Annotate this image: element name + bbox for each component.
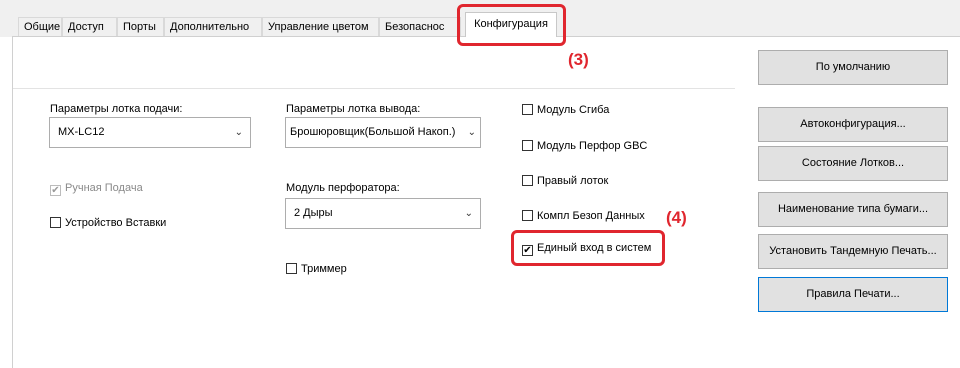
highlight-single-signon (511, 230, 665, 266)
chevron-down-icon: ⌄ (464, 208, 473, 219)
folding-unit-checkbox[interactable]: Модуль Сгиба (522, 103, 609, 117)
checkbox-icon (522, 104, 533, 115)
paper-tray-label: Параметры лотка подачи: (50, 103, 183, 115)
checkbox-icon (522, 175, 533, 186)
print-rules-button[interactable]: Правила Печати... (758, 277, 948, 312)
manual-feed-label: Ручная Подача (65, 182, 143, 194)
punch-label: Модуль перфоратора: (286, 182, 400, 194)
output-tray-value: Брошюровщик(Большой Накоп.) (290, 126, 456, 138)
checkbox-icon (522, 140, 533, 151)
separator (13, 88, 735, 89)
step-4-callout: (4) (666, 208, 687, 227)
gbc-punch-checkbox[interactable]: Модуль Перфор GBC (522, 139, 647, 153)
trimmer-label: Триммер (301, 263, 347, 275)
tab-general[interactable]: Общие (18, 17, 62, 36)
paper-tray-value: MX-LC12 (58, 126, 105, 138)
trimmer-checkbox[interactable]: Триммер (286, 262, 347, 276)
manual-feed-checkbox[interactable]: ✔ Ручная Подача (50, 181, 143, 196)
defaults-button[interactable]: По умолчанию (758, 50, 948, 85)
punch-value: 2 Дыры (294, 207, 333, 219)
inserter-checkbox[interactable]: Устройство Вставки (50, 216, 166, 230)
right-tray-label: Правый лоток (537, 175, 609, 187)
chevron-down-icon: ⌄ (234, 127, 243, 138)
right-tray-checkbox[interactable]: Правый лоток (522, 174, 608, 188)
auto-config-button[interactable]: Автоконфигурация... (758, 107, 948, 142)
checkmark-icon: ✔ (50, 185, 61, 196)
gbc-punch-label: Модуль Перфор GBC (537, 140, 648, 152)
chevron-down-icon: ⌄ (467, 127, 476, 138)
data-security-label: Компл Безоп Данных (537, 210, 645, 222)
tab-color-management[interactable]: Управление цветом (262, 17, 379, 36)
tray-status-button[interactable]: Состояние Лотков... (758, 146, 948, 181)
tab-security[interactable]: Безопаснос (379, 17, 461, 36)
inserter-label: Устройство Вставки (65, 217, 167, 229)
checkbox-icon (50, 217, 61, 228)
checkbox-icon (286, 263, 297, 274)
tandem-print-button[interactable]: Установить Тандемную Печать... (758, 234, 948, 269)
folding-unit-label: Модуль Сгиба (537, 104, 610, 116)
output-tray-select[interactable]: Брошюровщик(Большой Накоп.) ⌄ (285, 117, 481, 148)
tab-access[interactable]: Доступ (62, 17, 117, 36)
data-security-checkbox[interactable]: Компл Безоп Данных (522, 209, 645, 223)
tab-ports[interactable]: Порты (117, 17, 164, 36)
tab-configuration[interactable]: Конфигурация (465, 12, 557, 37)
output-tray-label: Параметры лотка вывода: (286, 103, 421, 115)
paper-type-name-button[interactable]: Наименование типа бумаги... (758, 192, 948, 227)
step-3-callout: (3) (568, 50, 589, 69)
checkbox-icon (522, 210, 533, 221)
punch-select[interactable]: 2 Дыры ⌄ (285, 198, 481, 229)
tab-advanced[interactable]: Дополнительно (164, 17, 262, 36)
paper-tray-select[interactable]: MX-LC12 ⌄ (49, 117, 251, 148)
